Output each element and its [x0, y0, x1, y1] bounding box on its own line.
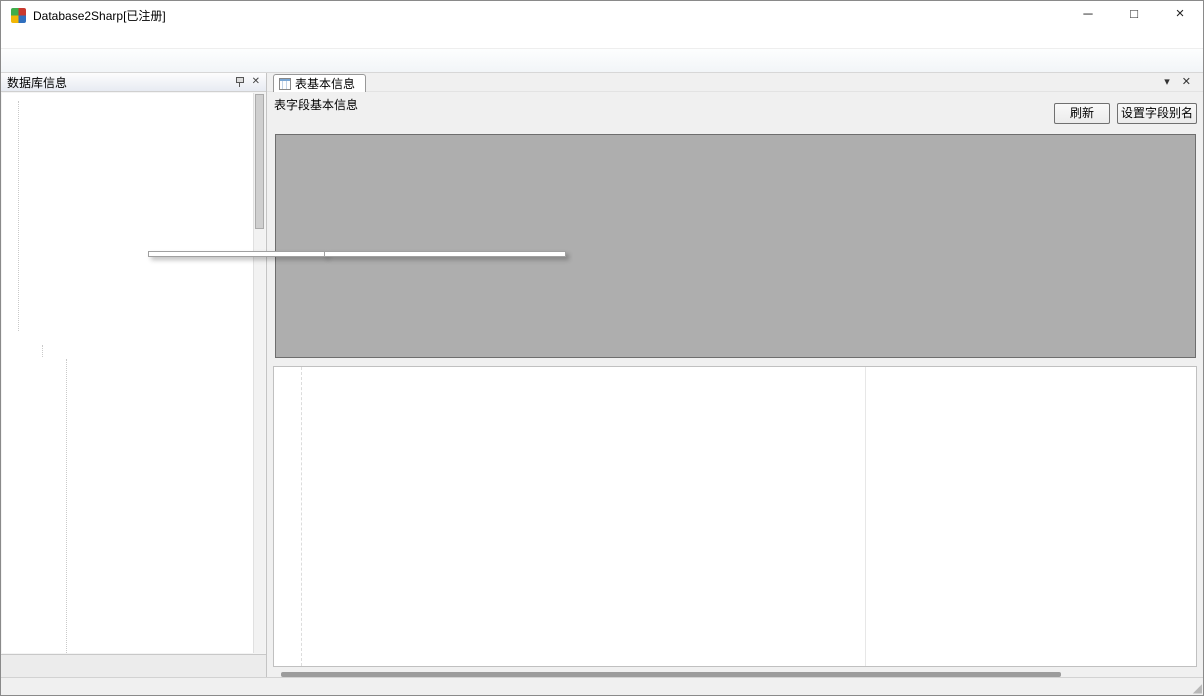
database-tree [2, 93, 253, 653]
codegen-submenu [324, 251, 566, 257]
app-window: Database2Sharp[已注册] ─ □ × 数据库信息 ✕ [0, 0, 1204, 696]
field-grid [275, 134, 1196, 358]
set-field-alias-button[interactable]: 设置字段别名 [1117, 103, 1197, 124]
document-tab-strip: 表基本信息 ▾ ✕ [267, 73, 1203, 92]
resize-grip[interactable]: ◢ [1193, 681, 1202, 695]
close-button[interactable]: × [1157, 1, 1203, 29]
main-area: 表基本信息 ▾ ✕ 表字段基本信息 刷新 设置字段别名 [267, 73, 1203, 677]
panel-header: 数据库信息 ✕ [1, 73, 266, 92]
window-title: Database2Sharp[已注册] [33, 7, 166, 24]
app-icon [11, 8, 26, 23]
tab-close-icon[interactable]: ✕ [1182, 75, 1191, 88]
tree-guide-line [18, 101, 19, 331]
panel-title: 数据库信息 [7, 74, 67, 91]
table-grid-icon [279, 78, 291, 90]
panel-bottom-tabs [1, 654, 266, 677]
tree-guide-line [42, 345, 43, 357]
window-controls: ─ □ × [1065, 1, 1203, 29]
sql-editor[interactable] [273, 366, 1197, 667]
title-bar: Database2Sharp[已注册] ─ □ × [1, 1, 1203, 29]
tab-table-basic-info[interactable]: 表基本信息 [273, 74, 366, 92]
tab-label: 表基本信息 [295, 75, 355, 92]
menu-bar [1, 29, 1203, 48]
tree-scrollbar-thumb[interactable] [255, 94, 264, 229]
maximize-button[interactable]: □ [1111, 1, 1157, 29]
toolbar [1, 48, 1203, 73]
gutter-separator [301, 367, 302, 666]
refresh-button[interactable]: 刷新 [1054, 103, 1110, 124]
status-bar: ◢ [1, 677, 1203, 695]
tree-guide-line [66, 359, 67, 653]
database-info-panel: 数据库信息 ✕ [1, 73, 267, 677]
tab-list-dropdown-icon[interactable]: ▾ [1164, 75, 1170, 88]
pin-icon[interactable] [235, 77, 244, 87]
close-icon[interactable]: ✕ [252, 77, 260, 87]
table-context-menu [148, 251, 326, 257]
minimize-button[interactable]: ─ [1065, 1, 1111, 29]
section-label: 表字段基本信息 [274, 96, 358, 113]
tree-scrollbar[interactable] [253, 93, 265, 653]
column-guide-line [865, 367, 866, 666]
